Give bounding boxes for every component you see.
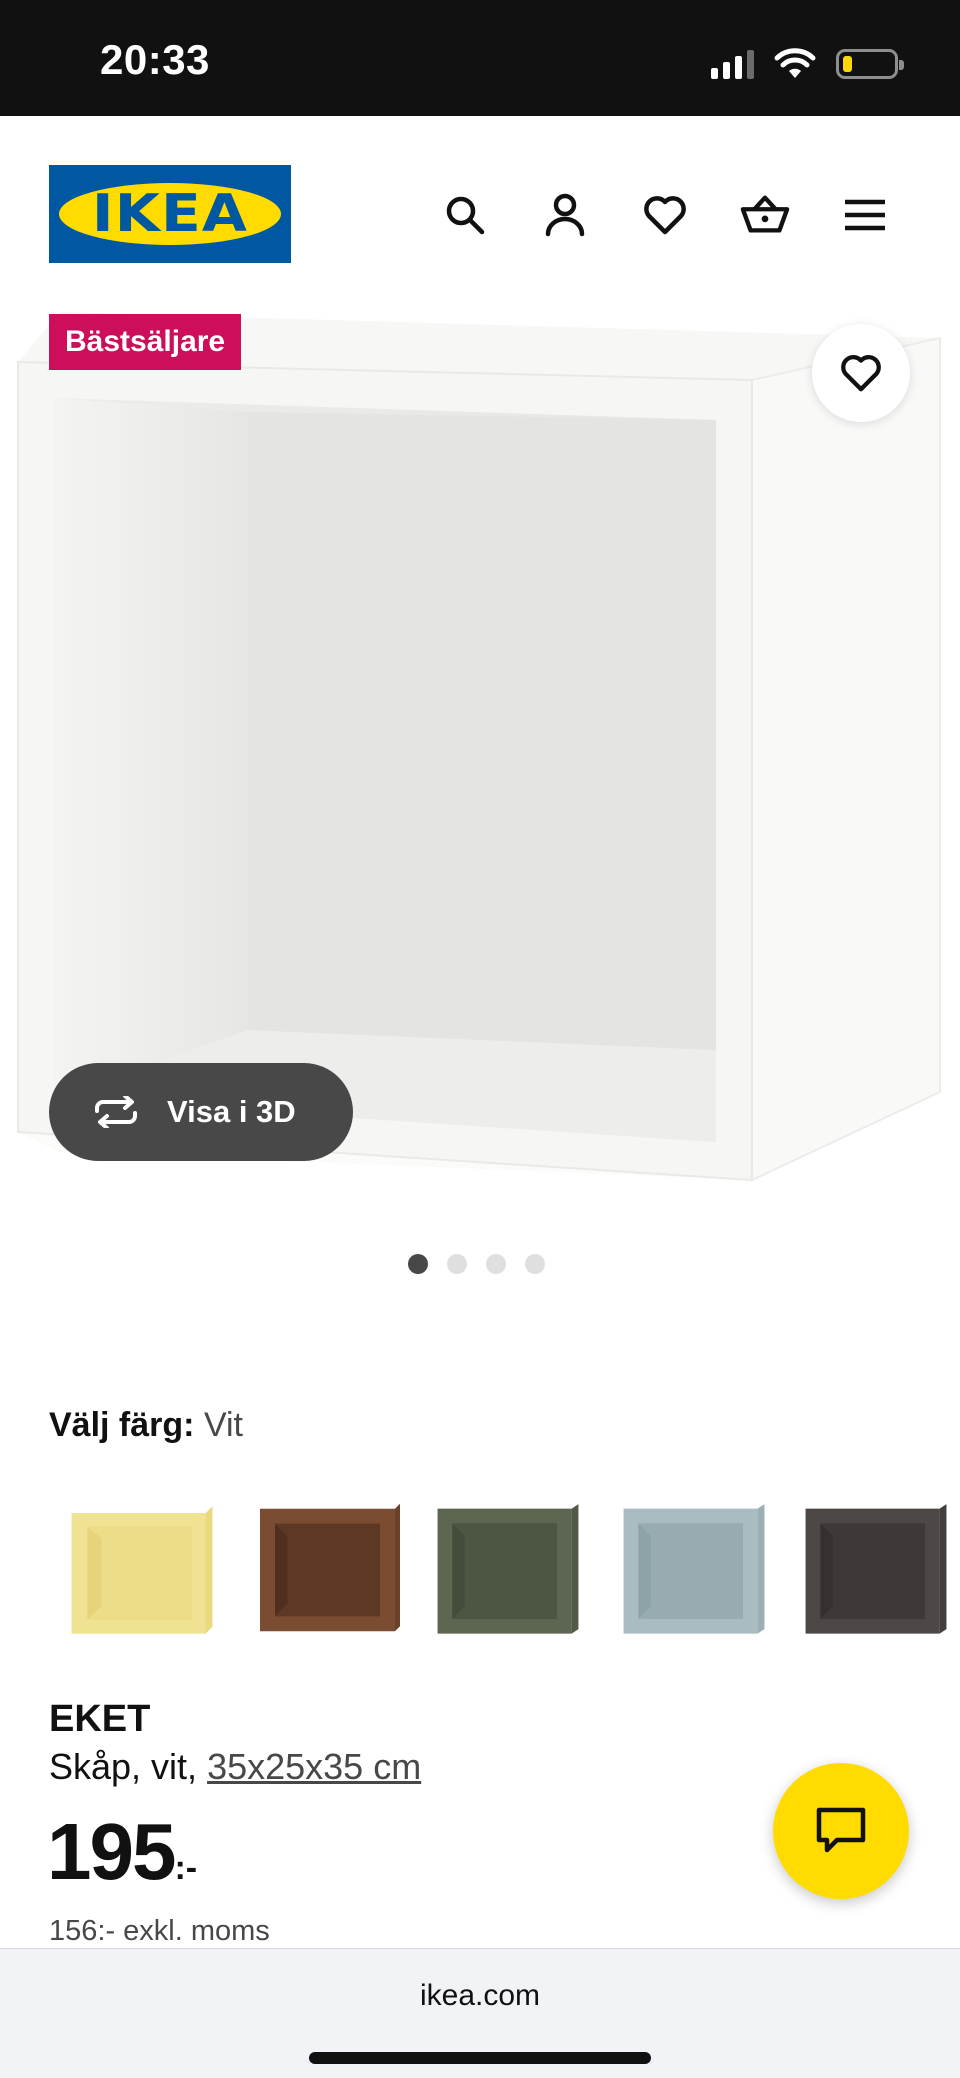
selected-color: Vit bbox=[203, 1406, 244, 1444]
rotate-icon bbox=[95, 1096, 137, 1128]
product-name: EKET bbox=[49, 1698, 151, 1740]
color-swatch-green[interactable] bbox=[433, 1500, 583, 1640]
home-indicator[interactable] bbox=[309, 2052, 651, 2064]
heart-icon bbox=[841, 355, 881, 392]
product-size-link[interactable]: 35x25x35 cm bbox=[207, 1746, 421, 1787]
status-time: 20:33 bbox=[100, 36, 210, 83]
pagination-dot[interactable] bbox=[408, 1254, 428, 1274]
url-text[interactable]: ikea.com bbox=[0, 1979, 960, 2013]
pagination-dot[interactable] bbox=[447, 1254, 467, 1274]
favorite-button[interactable] bbox=[812, 324, 910, 422]
color-swatch-yellow[interactable] bbox=[67, 1500, 217, 1640]
pagination-dot[interactable] bbox=[525, 1254, 545, 1274]
pagination-dot[interactable] bbox=[486, 1254, 506, 1274]
color-swatch-dark-grey[interactable] bbox=[801, 1500, 951, 1640]
product-price: 195:- bbox=[47, 1806, 197, 1898]
browser-address-bar[interactable]: ikea.com bbox=[0, 1948, 960, 2078]
battery-low-icon bbox=[836, 49, 904, 79]
view-3d-button[interactable]: Visa i 3D bbox=[49, 1063, 353, 1161]
color-swatches bbox=[49, 1500, 949, 1640]
bestseller-badge: Bästsäljare bbox=[49, 314, 242, 370]
header-actions bbox=[440, 190, 890, 240]
color-choice-label: Välj färg: Vit bbox=[49, 1406, 243, 1445]
price-suffix: :- bbox=[174, 1849, 198, 1887]
site-header: IKEA bbox=[0, 116, 960, 312]
basket-icon[interactable] bbox=[740, 190, 790, 240]
status-bar: 20:33 bbox=[0, 0, 960, 116]
product-type: Skåp, vit, bbox=[49, 1746, 208, 1787]
view-3d-label: Visa i 3D bbox=[167, 1094, 296, 1129]
cellular-signal-icon bbox=[711, 49, 754, 79]
ikea-logo[interactable]: IKEA bbox=[49, 165, 291, 263]
wifi-icon bbox=[774, 48, 816, 78]
logo-text: IKEA bbox=[91, 184, 249, 244]
price-main: 195 bbox=[47, 1807, 176, 1896]
carousel-pagination bbox=[408, 1254, 545, 1274]
color-swatch-blue[interactable] bbox=[619, 1500, 769, 1640]
chat-button[interactable] bbox=[773, 1763, 909, 1899]
search-icon[interactable] bbox=[440, 190, 490, 240]
product-image-carousel[interactable]: Bästsäljare Visa i 3D bbox=[0, 312, 960, 1220]
price-excl-vat: 156:- exkl. moms bbox=[49, 1915, 270, 1947]
color-swatch-walnut[interactable] bbox=[255, 1500, 405, 1640]
status-icons bbox=[711, 42, 904, 86]
account-icon[interactable] bbox=[540, 190, 590, 240]
menu-icon[interactable] bbox=[840, 190, 890, 240]
product-description: Skåp, vit, 35x25x35 cm bbox=[49, 1746, 421, 1788]
heart-icon[interactable] bbox=[640, 190, 690, 240]
color-label: Välj färg: bbox=[49, 1406, 195, 1444]
chat-icon bbox=[816, 1807, 866, 1853]
